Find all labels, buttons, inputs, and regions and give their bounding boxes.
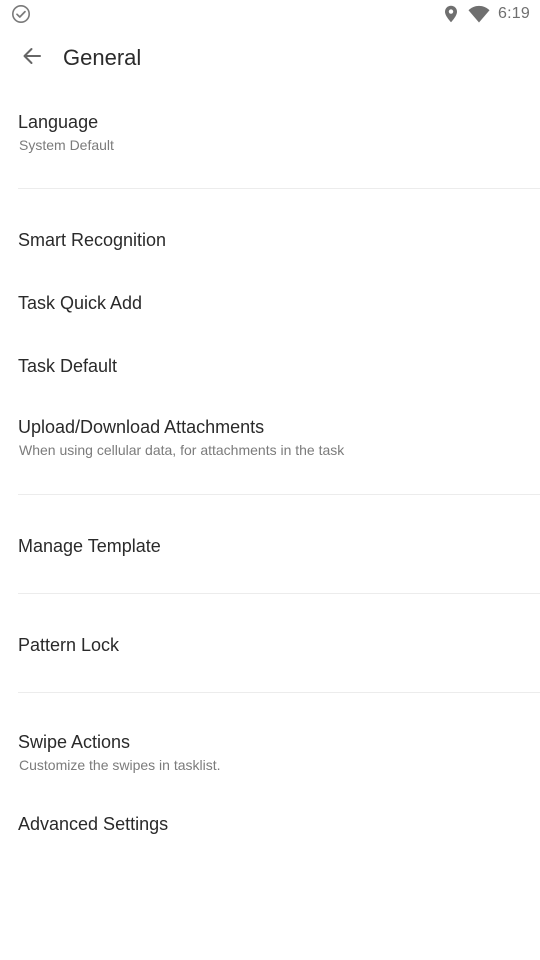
general-settings-screen: 6:19 General Language System Default Sma… (0, 0, 540, 960)
setting-advanced-settings[interactable]: Advanced Settings (0, 798, 540, 860)
setting-title: Smart Recognition (18, 230, 167, 250)
setting-task-quick-add[interactable]: Task Quick Add (0, 271, 540, 333)
back-button[interactable] (16, 42, 48, 74)
setting-language[interactable]: Language System Default (0, 96, 540, 188)
setting-pattern-lock[interactable]: Pattern Lock (0, 613, 540, 675)
divider (18, 494, 540, 495)
status-bar: 6:19 (0, 0, 540, 28)
divider (18, 188, 540, 189)
arrow-left-icon (21, 45, 43, 72)
setting-upload-download-attachments[interactable]: Upload/Download Attachments When using c… (0, 400, 540, 490)
setting-title: Pattern Lock (18, 635, 120, 655)
setting-title: Advanced Settings (18, 814, 169, 834)
status-icons: 6:19 (444, 3, 530, 25)
setting-title: Swipe Actions (18, 732, 131, 752)
setting-title: Language (18, 112, 99, 132)
setting-task-default[interactable]: Task Default (0, 334, 540, 396)
status-time: 6:19 (498, 5, 530, 22)
divider (18, 692, 540, 693)
setting-manage-template[interactable]: Manage Template (0, 514, 540, 576)
check-circle-icon (11, 4, 31, 24)
setting-title: Task Quick Add (18, 293, 143, 313)
toolbar: General (0, 28, 540, 90)
setting-title: Upload/Download Attachments (18, 417, 265, 437)
setting-title: Task Default (18, 356, 118, 376)
location-icon (444, 5, 458, 23)
page-title: General (63, 45, 142, 70)
setting-subtitle: When using cellular data, for attachment… (19, 442, 345, 458)
wifi-icon (468, 5, 490, 23)
setting-subtitle: Customize the swipes in tasklist. (19, 757, 221, 773)
setting-smart-recognition[interactable]: Smart Recognition (0, 208, 540, 270)
setting-swipe-actions[interactable]: Swipe Actions Customize the swipes in ta… (0, 716, 540, 798)
divider (18, 593, 540, 594)
setting-title: Manage Template (18, 536, 161, 556)
setting-subtitle: System Default (19, 137, 114, 153)
